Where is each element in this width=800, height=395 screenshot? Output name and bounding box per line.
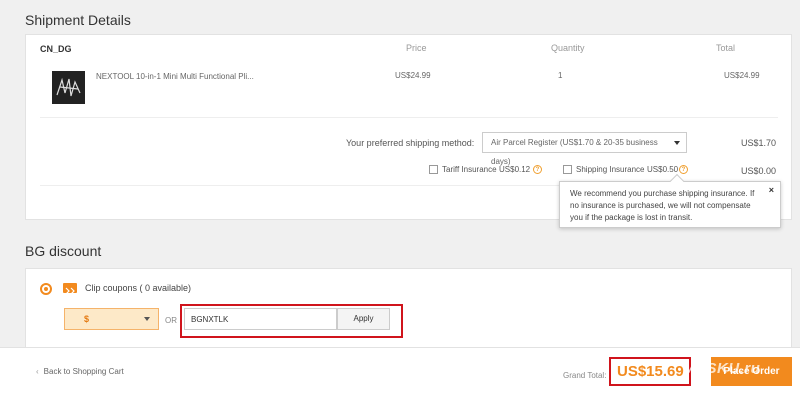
chevron-down-icon <box>674 141 680 145</box>
highlight-box <box>180 304 403 338</box>
tariff-insurance-checkbox[interactable] <box>429 165 438 174</box>
currency-value: $ <box>84 314 90 324</box>
coupon-icon <box>63 283 77 295</box>
close-icon[interactable]: × <box>769 184 774 196</box>
row-divider <box>40 117 778 118</box>
product-total: US$24.99 <box>724 71 760 80</box>
shipping-insurance-price: US$0.50 <box>647 165 679 174</box>
shipping-method-label: Your preferred shipping method: <box>346 138 475 148</box>
footer-bar: ‹ Back to Shopping Cart Grand Total: US$1… <box>0 347 800 395</box>
shipping-cost: US$1.70 <box>741 138 777 148</box>
insurance-tooltip: We recommend you purchase shipping insur… <box>559 173 781 228</box>
grand-total-label: Grand Total: <box>563 371 607 380</box>
chevron-left-icon: ‹ <box>36 367 39 376</box>
tariff-insurance-price: US$0.12 <box>499 165 531 174</box>
price-column-header: Price <box>406 43 427 53</box>
shipment-details-title: Shipment Details <box>25 12 131 28</box>
product-quantity: 1 <box>558 71 563 80</box>
product-thumbnail[interactable] <box>52 71 85 104</box>
total-column-header: Total <box>716 43 736 53</box>
grand-total-value: US$15.69 <box>617 363 684 380</box>
product-name[interactable]: NEXTOOL 10-in-1 Mini Multi Functional Pl… <box>96 72 254 81</box>
shipping-method-select[interactable]: Air Parcel Register (US$1.70 & 20-35 bus… <box>482 132 687 166</box>
shipping-method-value: Air Parcel Register (US$1.70 & 20-35 bus… <box>491 138 658 166</box>
currency-select[interactable]: $ <box>64 308 159 330</box>
help-icon[interactable]: ? <box>679 165 688 174</box>
back-to-cart-link[interactable]: ‹ Back to Shopping Cart <box>36 367 124 376</box>
help-icon[interactable]: ? <box>533 165 542 174</box>
chevron-down-icon <box>144 317 150 321</box>
coupon-radio[interactable] <box>40 283 52 295</box>
tariff-insurance-label: Tariff Insurance <box>442 165 497 174</box>
insurance-total: US$0.00 <box>741 166 777 176</box>
quantity-column-header: Quantity <box>551 43 585 53</box>
or-label: OR <box>165 316 177 325</box>
shipping-insurance-checkbox[interactable] <box>563 165 572 174</box>
clip-coupons-label[interactable]: Clip coupons ( 0 available) <box>85 283 191 293</box>
shipping-insurance-label: Shipping Insurance <box>576 165 645 174</box>
back-to-cart-label: Back to Shopping Cart <box>43 367 124 376</box>
discount-card: Clip coupons ( 0 available) $ OR BGNXTLK… <box>25 268 792 350</box>
bg-discount-title: BG discount <box>25 243 102 259</box>
warehouse-label: CN_DG <box>40 44 72 54</box>
tooltip-text: We recommend you purchase shipping insur… <box>570 189 755 222</box>
product-image <box>56 77 81 97</box>
watermark-logo: MYSKU.ru <box>683 360 761 377</box>
product-price: US$24.99 <box>395 71 431 80</box>
